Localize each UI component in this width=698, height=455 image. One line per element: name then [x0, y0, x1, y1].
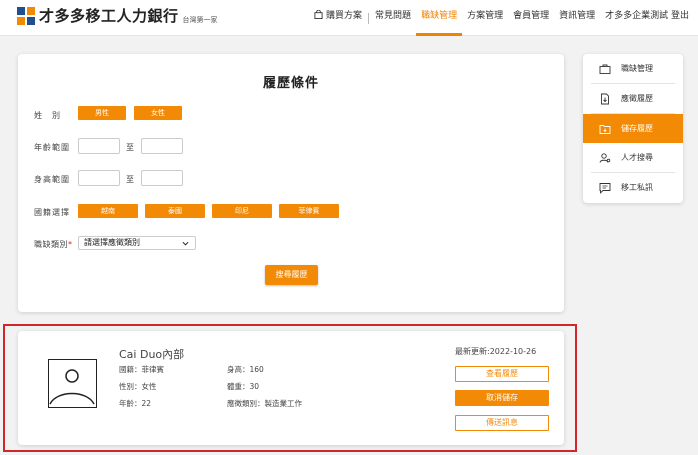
nationality-option-thailand[interactable]: 泰國	[145, 204, 205, 218]
side-item-saved-resumes[interactable]: 儲存履歷	[583, 114, 683, 143]
side-item-talent-search[interactable]: 人才搜尋	[583, 143, 683, 172]
nav-item-label: 購買方案	[326, 11, 363, 21]
nav-item-purchase-plan[interactable]: 購買方案	[309, 0, 367, 36]
nationality-option-vietnam[interactable]: 越南	[78, 204, 138, 218]
chevron-down-icon	[182, 241, 189, 246]
download-doc-icon	[601, 93, 609, 104]
age-min-input[interactable]	[78, 138, 120, 154]
candidate-height: 身高：160	[227, 365, 264, 374]
resume-filter-panel: 履歷條件 姓 別 男性 女性 年齡範圍 至 身高範圍 至 國籍選擇 越南 泰國 …	[18, 54, 564, 312]
person-icon	[49, 369, 95, 405]
height-max-input[interactable]	[141, 170, 183, 186]
job-type-select-value: 請選擇應徵類別	[84, 238, 140, 247]
side-item-applied-resumes[interactable]: 應徵履歷	[583, 84, 683, 113]
logo-mark-icon	[17, 7, 35, 25]
side-item-label: 移工私訊	[621, 183, 653, 192]
nationality-option-philippines[interactable]: 菲律賓	[279, 204, 339, 218]
filter-title: 履歷條件	[262, 76, 319, 91]
gender-option-male[interactable]: 男性	[78, 106, 126, 120]
age-range-to: 至	[126, 143, 134, 152]
saved-resume-card: Cai Duo內部 國籍：菲律賓 性別：女性 年齡：22 身高：160 體重：3…	[18, 331, 564, 445]
nav-item-info-management[interactable]: 資訊管理	[554, 0, 600, 36]
briefcase-icon	[599, 64, 611, 74]
candidate-age: 年齡：22	[119, 399, 152, 408]
gender-option-female[interactable]: 女性	[134, 106, 182, 120]
candidate-weight: 體重：30	[227, 382, 260, 391]
view-resume-button[interactable]: 查看履歷	[455, 366, 549, 382]
age-max-input[interactable]	[141, 138, 183, 154]
height-range-label: 身高範圍	[34, 175, 70, 184]
age-range-label: 年齡範圍	[34, 143, 70, 152]
top-header: 才多多移工人力銀行 台灣第一家 購買方案 常見問題 職缺管理 方案管理 會員管理…	[0, 0, 698, 36]
nationality-option-indonesia[interactable]: 印尼	[212, 204, 272, 218]
nav-item-faq[interactable]: 常見問題	[370, 0, 416, 36]
job-type-label-text: 職缺類別	[34, 240, 68, 249]
unsave-button[interactable]: 取消儲存	[455, 390, 549, 406]
side-menu: 職缺管理 應徵履歷 儲存履歷 人才搜尋 移工私訊	[583, 54, 683, 203]
side-item-job-management[interactable]: 職缺管理	[583, 54, 683, 83]
shopping-bag-icon	[314, 10, 323, 19]
height-min-input[interactable]	[78, 170, 120, 186]
candidate-job-type: 應徵類別：製造業工作	[227, 399, 302, 408]
height-range-to: 至	[126, 175, 134, 184]
main-nav: 購買方案 常見問題 職缺管理 方案管理 會員管理 資訊管理 才多多企業測試 登出	[309, 0, 694, 36]
gender-label: 姓 別	[34, 111, 61, 120]
side-item-label: 職缺管理	[621, 64, 653, 73]
avatar	[48, 359, 97, 408]
nav-item-plan-management[interactable]: 方案管理	[462, 0, 508, 36]
side-item-label: 人才搜尋	[621, 153, 653, 162]
side-item-label: 儲存履歷	[621, 124, 653, 133]
send-message-button[interactable]: 傳送訊息	[455, 415, 549, 431]
people-search-icon	[599, 152, 611, 163]
candidate-gender: 性別：女性	[119, 382, 157, 391]
job-type-select[interactable]: 請選擇應徵類別	[78, 236, 196, 250]
folder-save-icon	[599, 124, 611, 134]
nationality-label: 國籍選擇	[34, 208, 70, 217]
brand-name: 才多多移工人力銀行	[39, 7, 179, 25]
required-mark: *	[68, 240, 73, 249]
candidate-name: Cai Duo內部	[119, 348, 185, 361]
nav-item-account-logout[interactable]: 才多多企業測試 登出	[600, 0, 694, 36]
side-item-worker-messages[interactable]: 移工私訊	[583, 173, 683, 202]
search-resume-button[interactable]: 搜尋履歷	[265, 265, 318, 285]
candidate-nationality: 國籍：菲律賓	[119, 365, 164, 374]
side-item-label: 應徵履歷	[621, 94, 653, 103]
nav-divider	[368, 12, 370, 24]
brand-logo[interactable]: 才多多移工人力銀行 台灣第一家	[17, 6, 218, 26]
job-type-label: 職缺類別*	[34, 239, 73, 250]
chat-icon	[599, 182, 611, 194]
nav-item-member-management[interactable]: 會員管理	[508, 0, 554, 36]
nav-item-job-management[interactable]: 職缺管理	[416, 0, 463, 36]
brand-tagline: 台灣第一家	[182, 16, 218, 24]
last-updated: 最新更新:2022-10-26	[455, 347, 537, 356]
